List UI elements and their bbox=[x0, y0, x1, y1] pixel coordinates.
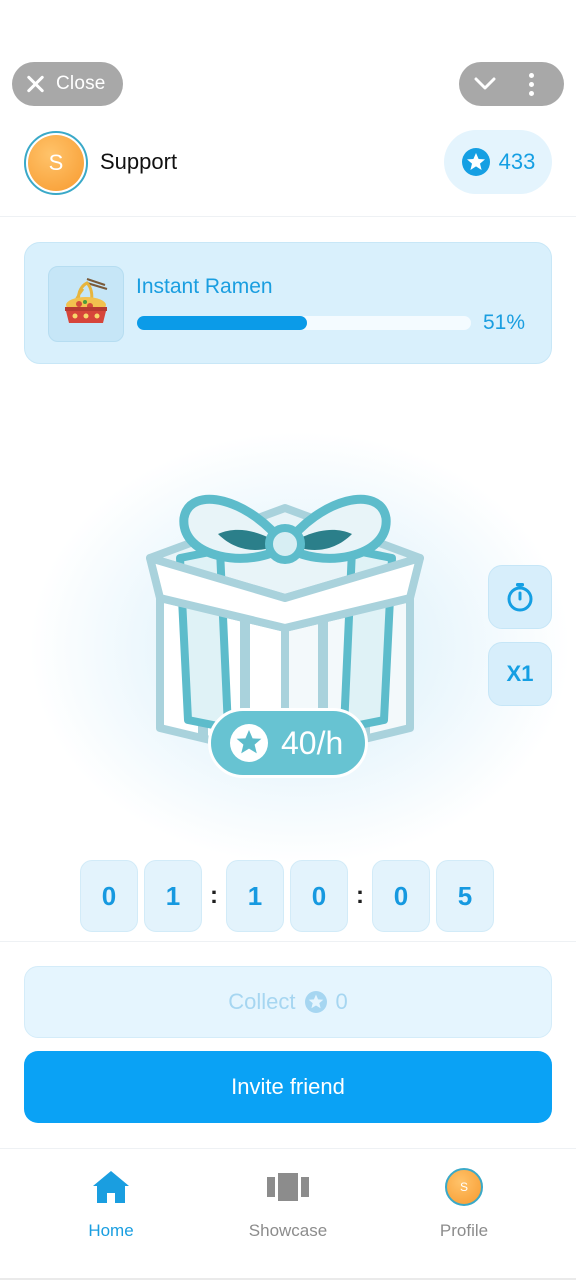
countdown-timer: 0 1 : 1 0 : 0 5 bbox=[80, 860, 494, 932]
more-dots-icon bbox=[528, 72, 534, 78]
action-buttons: Collect 0 Invite friend bbox=[0, 941, 576, 1148]
collect-amount: 0 bbox=[335, 989, 348, 1014]
star-coin-icon bbox=[461, 148, 490, 176]
ramen-icon bbox=[65, 278, 108, 323]
close-button[interactable]: Close bbox=[12, 62, 123, 106]
telegram-top-bar: Close bbox=[0, 0, 576, 125]
timer-digit: 0 bbox=[290, 860, 348, 932]
main-area: Instant Ramen 51% 40/h X1 0 1: 1 0: 0 … bbox=[0, 218, 576, 940]
user-avatar[interactable]: S bbox=[24, 131, 88, 195]
timer-digit: 1 bbox=[144, 860, 202, 932]
collapse-button[interactable] bbox=[459, 62, 511, 106]
app-header: S Support 433 bbox=[0, 125, 576, 217]
chevron-down-icon bbox=[474, 77, 496, 90]
tab-profile-label: Profile bbox=[439, 1221, 489, 1240]
bottom-tab-bar: Home Showcase S Profile bbox=[0, 1148, 576, 1280]
ramen-thumbnail bbox=[48, 266, 124, 342]
more-options-button[interactable] bbox=[511, 62, 551, 106]
earning-rate-badge: 40/h bbox=[208, 708, 368, 778]
boost-timer-button[interactable] bbox=[488, 565, 552, 629]
close-icon bbox=[26, 75, 44, 93]
star-coin-icon bbox=[304, 991, 327, 1013]
star-coin-icon bbox=[230, 724, 268, 762]
tab-showcase[interactable]: Showcase bbox=[223, 1167, 353, 1247]
timer-digit: 0 bbox=[372, 860, 430, 932]
collect-label: Collect bbox=[228, 989, 296, 1014]
collect-button[interactable]: Collect 0 bbox=[24, 966, 552, 1038]
tab-home[interactable]: Home bbox=[46, 1167, 176, 1247]
multiplier-button[interactable]: X1 bbox=[488, 642, 552, 706]
home-icon bbox=[93, 1171, 129, 1203]
stopwatch-icon bbox=[507, 583, 533, 612]
timer-separator: : bbox=[356, 882, 364, 909]
showcase-icon bbox=[267, 1173, 309, 1201]
earning-rate: 40/h bbox=[281, 724, 344, 761]
username: Support bbox=[100, 149, 178, 174]
profile-avatar: S bbox=[445, 1168, 483, 1206]
tab-profile[interactable]: S Profile bbox=[399, 1167, 529, 1247]
upgrade-progress-card[interactable]: Instant Ramen 51% bbox=[24, 242, 552, 364]
balance-value: 433 bbox=[498, 149, 536, 174]
timer-separator: : bbox=[210, 882, 218, 909]
progress-percent: 51% bbox=[483, 311, 526, 334]
avatar-letter: S bbox=[28, 135, 84, 191]
timer-digit: 0 bbox=[80, 860, 138, 932]
tab-showcase-label: Showcase bbox=[248, 1221, 328, 1240]
progress-bar-fill bbox=[137, 316, 308, 330]
timer-digit: 5 bbox=[436, 860, 494, 932]
item-name: Instant Ramen bbox=[136, 275, 273, 298]
invite-friend-button[interactable]: Invite friend bbox=[24, 1051, 552, 1123]
timer-digit: 1 bbox=[226, 860, 284, 932]
window-menu bbox=[459, 62, 564, 106]
tab-home-label: Home bbox=[88, 1221, 134, 1240]
close-label: Close bbox=[56, 73, 106, 94]
progress-bar bbox=[137, 316, 471, 330]
star-balance[interactable]: 433 bbox=[444, 130, 552, 194]
